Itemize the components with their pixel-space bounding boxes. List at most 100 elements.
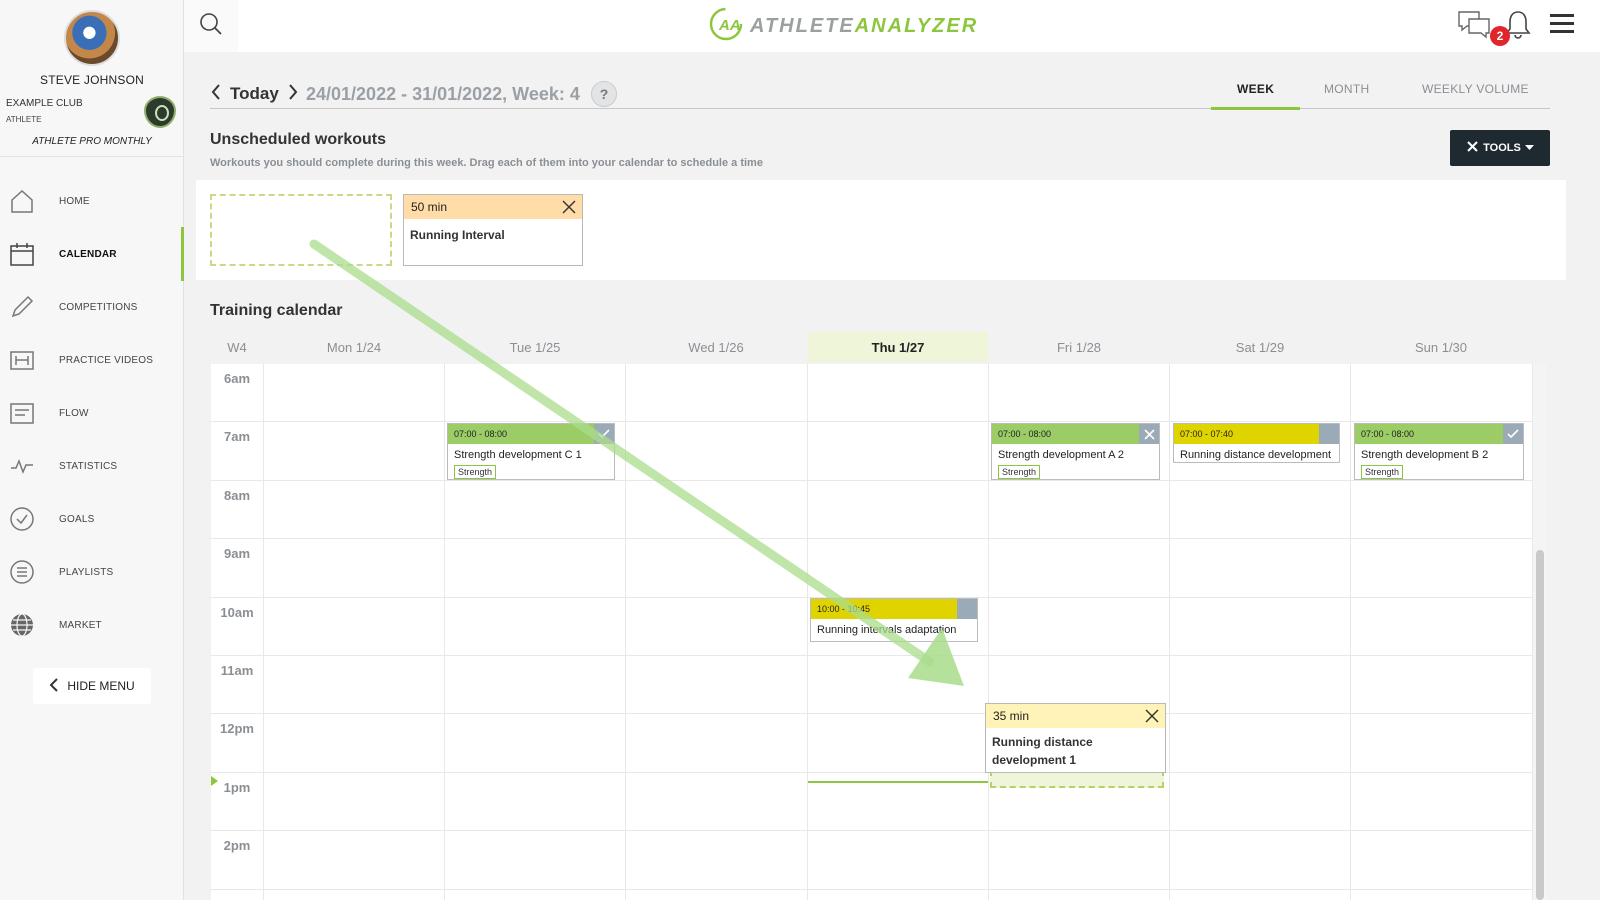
help-button[interactable]: ? xyxy=(591,81,617,107)
event-title: Strength development A 2 xyxy=(998,449,1124,461)
day-header[interactable]: Fri 1/28 xyxy=(989,332,1169,362)
status-remove-button[interactable] xyxy=(1139,424,1159,444)
workout-name: Running distance development 1 xyxy=(992,735,1093,767)
day-header[interactable]: Tue 1/25 xyxy=(445,332,625,362)
event-time-text: 07:00 - 08:00 xyxy=(1361,429,1415,439)
pencil-icon xyxy=(8,293,36,321)
previous-week-button[interactable] xyxy=(210,83,222,106)
hour-label: 1pm xyxy=(223,780,251,795)
calendar-icon xyxy=(8,240,36,268)
calendar-event[interactable]: 07:00 - 08:00 Strength development C 1 S… xyxy=(447,423,615,480)
day-divider xyxy=(444,364,445,900)
scrollbar-thumb[interactable] xyxy=(1536,550,1544,900)
tab-weekly-volume[interactable]: WEEKLY VOLUME xyxy=(1422,82,1529,108)
sidebar-item-playlists[interactable]: PLAYLISTS xyxy=(0,545,184,599)
hour-label: 8am xyxy=(223,488,251,503)
club-logo[interactable] xyxy=(144,96,176,128)
workout-duration-row: 35 min xyxy=(986,704,1165,728)
calendar-event[interactable]: 10:00 - 10:45 Running intervals adaptati… xyxy=(810,598,978,642)
check-icon xyxy=(1507,429,1519,439)
event-time-text: 07:00 - 08:00 xyxy=(454,429,508,439)
calendar-event[interactable]: 07:00 - 08:00 Strength development B 2 S… xyxy=(1354,423,1524,480)
home-icon xyxy=(8,187,36,215)
user-name: STEVE JOHNSON xyxy=(40,73,144,87)
event-title: Running intervals adaptation xyxy=(817,624,957,636)
globe-icon xyxy=(8,611,36,639)
main-menu-button[interactable] xyxy=(1546,10,1578,42)
calendar-event[interactable]: 07:00 - 08:00 Strength development A 2 S… xyxy=(991,423,1160,480)
today-button[interactable]: Today xyxy=(230,84,279,104)
sidebar-item-home[interactable]: HOME xyxy=(0,174,184,228)
day-header[interactable]: Wed 1/26 xyxy=(626,332,806,362)
close-icon[interactable] xyxy=(562,200,576,214)
empty-drop-slot[interactable] xyxy=(210,194,392,266)
workout-name: Running Interval xyxy=(410,228,505,242)
calendar-event[interactable]: 07:00 - 07:40 Running distance developme… xyxy=(1173,423,1340,463)
workout-duration-row: 50 min xyxy=(404,195,582,219)
event-time: 07:00 - 08:00 xyxy=(1355,424,1523,444)
hour-label: 10am xyxy=(220,605,254,620)
club-role: ATHLETE xyxy=(6,115,42,124)
sidebar-item-goals[interactable]: GOALS xyxy=(0,492,184,546)
unscheduled-workout-card[interactable]: 50 min Running Interval xyxy=(403,194,583,266)
day-header-today[interactable]: Thu 1/27 xyxy=(808,332,988,362)
pulse-icon xyxy=(8,452,36,480)
unscheduled-area xyxy=(196,180,1566,280)
status-button[interactable] xyxy=(957,599,977,619)
day-header[interactable]: Sun 1/30 xyxy=(1351,332,1531,362)
sidebar-item-competitions[interactable]: COMPETITIONS xyxy=(0,280,184,334)
hamburger-icon xyxy=(1548,12,1576,41)
tab-month[interactable]: MONTH xyxy=(1324,82,1370,108)
event-tag: Strength xyxy=(1361,465,1404,479)
close-icon[interactable] xyxy=(1145,709,1159,723)
tools-button[interactable]: TOOLS xyxy=(1450,130,1550,166)
close-icon xyxy=(1143,428,1155,440)
avatar[interactable] xyxy=(64,10,120,66)
sidebar-item-flow[interactable]: FLOW xyxy=(0,386,184,440)
status-check-button[interactable] xyxy=(1503,424,1523,444)
chat-button[interactable] xyxy=(1458,10,1490,42)
chat-icon xyxy=(1457,9,1491,44)
day-header[interactable]: Sat 1/29 xyxy=(1170,332,1350,362)
hour-label: 7am xyxy=(223,429,251,444)
brand-logo[interactable]: AA ATHLETEANALYZER xyxy=(708,7,978,45)
tab-week[interactable]: WEEK xyxy=(1210,82,1301,110)
video-icon xyxy=(8,346,36,374)
sidebar-item-label: FLOW xyxy=(59,407,89,419)
day-divider xyxy=(807,364,808,900)
day-divider xyxy=(1350,364,1351,900)
tools-icon xyxy=(1466,140,1479,156)
event-time: 07:00 - 08:00 xyxy=(448,424,614,444)
check-icon xyxy=(598,429,610,439)
hour-divider xyxy=(211,655,1533,656)
divider xyxy=(0,156,184,157)
event-title: Running distance development xyxy=(1180,449,1332,461)
hour-divider xyxy=(211,538,1533,539)
sidebar-item-market[interactable]: MARKET xyxy=(0,598,184,652)
hour-divider xyxy=(211,713,1533,714)
search-button[interactable] xyxy=(184,0,238,52)
flow-icon xyxy=(8,399,36,427)
hide-menu-button[interactable]: HIDE MENU xyxy=(33,668,151,704)
dragged-workout-card[interactable]: 35 min Running distance development 1 xyxy=(985,703,1166,773)
sidebar-item-label: HOME xyxy=(59,195,90,207)
view-tabs-underline xyxy=(210,108,1550,109)
hour-label: 11am xyxy=(220,663,254,678)
sidebar-item-practice-videos[interactable]: PRACTICE VIDEOS xyxy=(0,333,184,387)
event-time-text: 07:00 - 07:40 xyxy=(1180,429,1234,439)
next-week-button[interactable] xyxy=(287,83,299,106)
hour-divider xyxy=(211,480,1533,481)
day-header[interactable]: Mon 1/24 xyxy=(264,332,444,362)
sidebar-item-statistics[interactable]: STATISTICS xyxy=(0,439,184,493)
status-button[interactable] xyxy=(1319,424,1339,444)
sidebar-item-calendar[interactable]: CALENDAR xyxy=(0,227,184,281)
day-divider xyxy=(263,364,264,900)
brand-mark-icon: AA xyxy=(708,6,744,47)
unscheduled-subtitle: Workouts you should complete during this… xyxy=(210,157,763,169)
hour-label: 12pm xyxy=(220,721,254,736)
search-icon xyxy=(199,12,223,41)
brand-name: ATHLETEANALYZER xyxy=(750,15,978,38)
status-check-button[interactable] xyxy=(594,424,614,444)
sidebar: STEVE JOHNSON EXAMPLE CLUB ATHLETE ATHLE… xyxy=(0,0,184,900)
sidebar-item-label: COMPETITIONS xyxy=(59,301,138,313)
